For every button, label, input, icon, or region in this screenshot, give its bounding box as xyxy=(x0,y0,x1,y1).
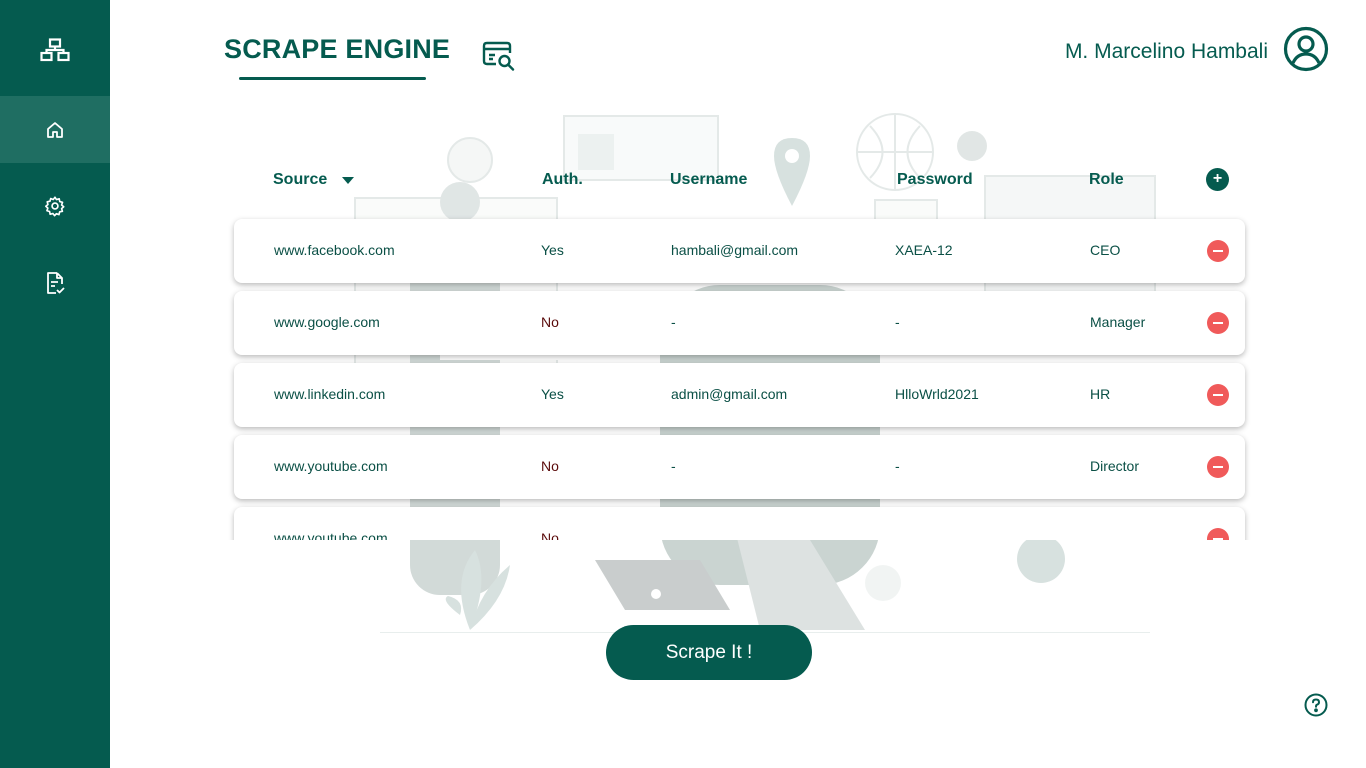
cell-username: hambali@gmail.com xyxy=(671,242,799,258)
cell-auth: No xyxy=(541,458,559,474)
column-header-role: Role xyxy=(1089,171,1124,188)
table-row[interactable]: www.google.com No - - Manager xyxy=(234,291,1245,355)
sidebar-item-reports[interactable] xyxy=(0,249,110,316)
cell-password: - xyxy=(895,314,900,330)
title-underline xyxy=(239,77,426,80)
cell-source: www.youtube.com xyxy=(274,458,388,474)
add-row-button[interactable]: + xyxy=(1206,168,1229,191)
cell-password: - xyxy=(895,458,900,474)
app-root: SCRAPE ENGINE M. Marcelino Hambali Sourc… xyxy=(0,0,1366,768)
cell-auth: No xyxy=(541,530,559,540)
table-row[interactable]: www.youtube.com No - - Director xyxy=(234,435,1245,499)
gear-icon xyxy=(45,195,65,216)
table-row[interactable]: www.facebook.com Yes hambali@gmail.com X… xyxy=(234,219,1245,283)
remove-row-button[interactable] xyxy=(1207,240,1229,262)
cell-role: Director xyxy=(1090,458,1140,474)
user-avatar-icon[interactable] xyxy=(1283,26,1329,77)
cell-auth: Yes xyxy=(541,386,564,402)
sitemap-logo-icon[interactable] xyxy=(0,20,110,80)
sort-dropdown-icon[interactable] xyxy=(342,177,354,184)
remove-row-button[interactable] xyxy=(1207,528,1229,540)
sidebar-item-home[interactable] xyxy=(0,96,110,163)
web-search-icon xyxy=(482,40,516,77)
cell-role: CEO xyxy=(1090,242,1121,258)
scrape-button[interactable]: Scrape It ! xyxy=(606,625,812,680)
cell-password: HlloWrld2021 xyxy=(895,386,979,402)
column-header-source[interactable]: Source xyxy=(273,171,327,189)
cell-auth: No xyxy=(541,314,559,330)
cell-source: www.youtube.com xyxy=(274,530,388,540)
home-icon xyxy=(47,121,63,138)
cell-source: www.google.com xyxy=(274,314,380,330)
help-icon[interactable] xyxy=(1304,693,1328,722)
cell-username: - xyxy=(671,314,676,330)
table-body: www.facebook.com Yes hambali@gmail.com X… xyxy=(226,212,1256,540)
app-title: SCRAPE ENGINE xyxy=(224,34,451,64)
cell-username: - xyxy=(671,458,676,474)
remove-row-button[interactable] xyxy=(1207,312,1229,334)
table-row[interactable]: www.linkedin.com Yes admin@gmail.com Hll… xyxy=(234,363,1245,427)
cell-source: www.facebook.com xyxy=(274,242,395,258)
column-header-username: Username xyxy=(670,171,748,188)
cell-password: XAEA-12 xyxy=(895,242,953,258)
column-header-auth: Auth. xyxy=(542,171,583,188)
remove-row-button[interactable] xyxy=(1207,384,1229,406)
sidebar-item-settings[interactable] xyxy=(0,172,110,239)
cell-role: Manager xyxy=(1090,314,1146,330)
document-check-icon xyxy=(47,271,65,294)
table-row[interactable]: www.youtube.com No xyxy=(234,507,1245,540)
cell-role: HR xyxy=(1090,386,1111,402)
column-header-password: Password xyxy=(897,171,973,188)
sidebar xyxy=(0,0,110,768)
user-name: M. Marcelino Hambali xyxy=(1064,40,1268,63)
cell-auth: Yes xyxy=(541,242,564,258)
cell-username: admin@gmail.com xyxy=(671,386,788,402)
cell-source: www.linkedin.com xyxy=(274,386,386,402)
remove-row-button[interactable] xyxy=(1207,456,1229,478)
